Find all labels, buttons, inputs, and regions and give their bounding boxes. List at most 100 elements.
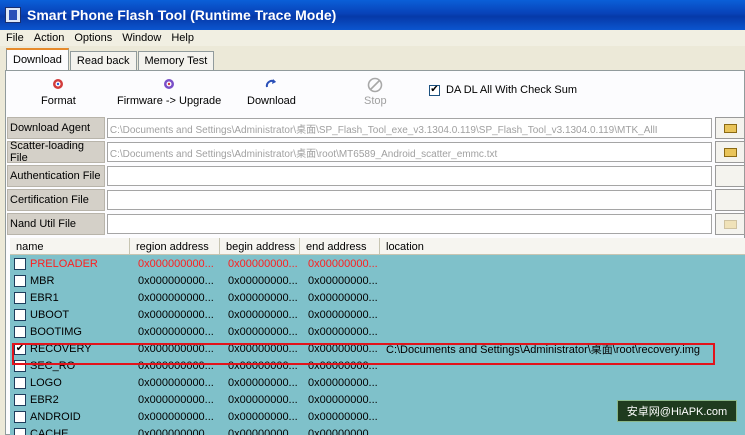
table-row[interactable]: PRELOADER 0x000000000... 0x00000000... 0x00…	[10, 255, 745, 272]
row-checkbox[interactable]	[14, 410, 26, 423]
begin-address-cell: 0x00000000...	[220, 272, 300, 289]
menu-window[interactable]: Window	[122, 32, 161, 44]
begin-address-text: 0x00000000...	[228, 410, 298, 423]
begin-address-cell: 0x00000000...	[220, 255, 300, 272]
begin-address-cell: 0x00000000...	[220, 374, 300, 391]
begin-address-cell: 0x00000000...	[220, 425, 300, 435]
stop-icon	[367, 77, 383, 93]
tab-memory-test[interactable]: Memory Test	[137, 51, 215, 70]
checksum-checkbox[interactable]: ✔	[429, 84, 440, 96]
end-address-text: 0x00000000...	[308, 257, 378, 270]
table-row[interactable]: CACHE 0x000000000... 0x00000000... 0x000000…	[10, 425, 745, 435]
format-button[interactable]: Format	[41, 77, 76, 107]
download-button[interactable]: Download	[247, 77, 296, 107]
column-begin-address[interactable]: begin address	[220, 238, 300, 255]
scatter-loading-label: Scatter-loading File	[7, 140, 105, 164]
region-address-text: 0x000000000...	[138, 393, 214, 406]
begin-address-text: 0x00000000...	[228, 257, 298, 270]
format-icon	[50, 77, 66, 91]
firmware-upgrade-button[interactable]: Firmware -> Upgrade	[117, 77, 221, 107]
column-name[interactable]: name	[10, 238, 130, 255]
region-address-cell: 0x000000000...	[130, 289, 220, 306]
partition-name-text: LOGO	[30, 376, 62, 389]
scatter-loading-row: Scatter-loading File C:\Documents and Se…	[7, 140, 745, 164]
menu-help[interactable]: Help	[171, 32, 194, 44]
region-address-text: 0x000000000...	[138, 257, 214, 270]
location-cell	[380, 255, 745, 272]
region-address-cell: 0x000000000...	[130, 408, 220, 425]
download-agent-field[interactable]: C:\Documents and Settings\Administrator\…	[106, 118, 713, 138]
menu-action[interactable]: Action	[34, 32, 65, 44]
scatter-loading-browse-button[interactable]	[715, 141, 745, 163]
row-checkbox[interactable]	[14, 325, 26, 338]
table-row[interactable]: LOGO 0x000000000... 0x00000000... 0x0000000…	[10, 374, 745, 391]
certification-browse-button[interactable]	[715, 189, 745, 211]
table-row[interactable]: BOOTIMG 0x000000000... 0x00000000... 0x0000…	[10, 323, 745, 340]
partition-name-cell: ANDROID	[10, 408, 130, 425]
menu-file[interactable]: File	[6, 32, 24, 44]
begin-address-cell: 0x00000000...	[220, 323, 300, 340]
partition-name-cell: CACHE	[10, 425, 130, 435]
download-agent-browse-button[interactable]	[715, 117, 745, 139]
watermark: 安卓网@HiAPK.com	[617, 400, 737, 422]
partition-name-cell: PRELOADER	[10, 255, 130, 272]
nand-util-field[interactable]	[106, 214, 713, 234]
tab-download[interactable]: Download	[6, 48, 69, 70]
end-address-text: 0x00000000...	[308, 274, 378, 287]
begin-address-text: 0x00000000...	[228, 427, 298, 435]
row-checkbox[interactable]	[14, 427, 26, 435]
end-address-text: 0x00000000...	[308, 308, 378, 321]
column-end-address[interactable]: end address	[300, 238, 380, 255]
partition-name-text: EBR2	[30, 393, 59, 406]
partition-name-text: CACHE	[30, 427, 69, 435]
row-checkbox[interactable]	[14, 393, 26, 406]
region-address-text: 0x000000000...	[138, 427, 214, 435]
region-address-text: 0x000000000...	[138, 274, 214, 287]
authentication-field[interactable]	[106, 166, 713, 186]
end-address-cell: 0x00000000...	[300, 255, 380, 272]
end-address-text: 0x00000000...	[308, 410, 378, 423]
stop-button[interactable]: Stop	[364, 77, 387, 107]
row-checkbox[interactable]	[14, 257, 26, 270]
row-checkbox[interactable]	[14, 308, 26, 321]
checksum-label: DA DL All With Check Sum	[446, 84, 578, 96]
menu-options[interactable]: Options	[74, 32, 112, 44]
begin-address-text: 0x00000000...	[228, 393, 298, 406]
begin-address-text: 0x00000000...	[228, 325, 298, 338]
partition-name-text: ANDROID	[30, 410, 81, 423]
title-bar[interactable]: Smart Phone Flash Tool (Runtime Trace Mo…	[0, 0, 745, 30]
certification-label: Certification File	[7, 189, 105, 211]
row-checkbox[interactable]	[14, 291, 26, 304]
end-address-cell: 0x00000000...	[300, 408, 380, 425]
nand-util-label: Nand Util File	[7, 213, 105, 235]
end-address-cell: 0x00000000...	[300, 323, 380, 340]
checksum-option[interactable]: ✔ DA DL All With Check Sum	[429, 84, 577, 96]
column-region-address[interactable]: region address	[130, 238, 220, 255]
scatter-loading-field[interactable]: C:\Documents and Settings\Administrator\…	[106, 142, 713, 162]
region-address-text: 0x000000000...	[138, 308, 214, 321]
tab-read-back[interactable]: Read back	[69, 51, 137, 70]
table-header: name region address begin address end ad…	[10, 238, 745, 255]
table-row[interactable]: MBR 0x000000000... 0x00000000... 0x00000000…	[10, 272, 745, 289]
table-row[interactable]: UBOOT 0x000000000... 0x00000000... 0x000000…	[10, 306, 745, 323]
begin-address-cell: 0x00000000...	[220, 408, 300, 425]
window-title: Smart Phone Flash Tool (Runtime Trace Mo…	[27, 7, 337, 23]
row-checkbox[interactable]	[14, 274, 26, 287]
row-checkbox[interactable]	[14, 376, 26, 389]
authentication-row: Authentication File	[7, 165, 745, 187]
certification-field[interactable]	[106, 190, 713, 210]
partition-name-cell: MBR	[10, 272, 130, 289]
menu-bar: File Action Options Window Help	[0, 30, 745, 46]
column-location[interactable]: location	[380, 238, 745, 255]
authentication-browse-button[interactable]	[715, 165, 745, 187]
firmware-upgrade-icon	[161, 77, 177, 91]
table-row[interactable]: EBR1 0x000000000... 0x00000000... 0x0000000…	[10, 289, 745, 306]
end-address-text: 0x00000000...	[308, 427, 378, 435]
firmware-upgrade-label: Firmware -> Upgrade	[117, 95, 222, 107]
location-cell	[380, 425, 745, 435]
region-address-cell: 0x000000000...	[130, 255, 220, 272]
end-address-text: 0x00000000...	[308, 376, 378, 389]
authentication-label: Authentication File	[7, 165, 105, 187]
location-cell	[380, 374, 745, 391]
nand-util-browse-button[interactable]	[715, 213, 745, 235]
